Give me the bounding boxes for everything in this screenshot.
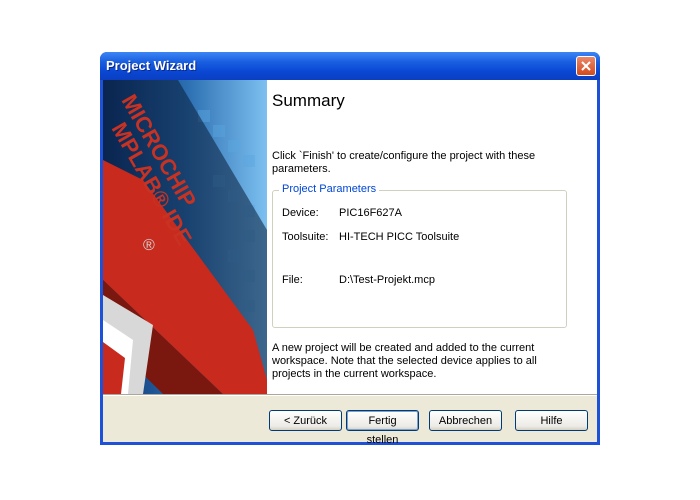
help-button[interactable]: Hilfe: [515, 410, 588, 431]
device-label: Device:: [282, 207, 319, 219]
page-title: Summary: [272, 91, 345, 110]
footer-separator: [103, 394, 597, 396]
close-button[interactable]: [576, 56, 596, 76]
device-value: PIC16F627A: [339, 207, 402, 219]
mplab-logo: MICROCHIP MPLAB® IDE ®: [103, 80, 267, 394]
cancel-button[interactable]: Abbrechen: [429, 410, 502, 431]
workspace-note: A new project will be created and added …: [272, 342, 537, 380]
registered-mark: ®: [143, 237, 155, 254]
group-title: Project Parameters: [279, 183, 380, 195]
project-parameters-group: Project Parameters Device: PIC16F627A To…: [272, 183, 567, 328]
summary-description: Click `Finish' to create/configure the p…: [272, 150, 536, 175]
dialog-body: MICROCHIP MPLAB® IDE ® Summary Click `Fi…: [103, 80, 597, 446]
wizard-content: MICROCHIP MPLAB® IDE ® Summary Click `Fi…: [103, 80, 597, 394]
back-button[interactable]: < Zurück: [269, 410, 342, 431]
toolsuite-value: HI-TECH PICC Toolsuite: [339, 231, 460, 243]
toolsuite-label: Toolsuite:: [282, 231, 329, 243]
close-icon: [581, 61, 591, 71]
window-title: Project Wizard: [106, 58, 197, 73]
finish-button[interactable]: Fertig stellen: [346, 410, 419, 446]
file-label: File:: [282, 274, 303, 286]
file-value: D:\Test-Projekt.mcp: [339, 274, 435, 286]
title-bar[interactable]: Project Wizard: [100, 52, 600, 80]
mplab-banner-image: MICROCHIP MPLAB® IDE ®: [103, 80, 267, 394]
project-wizard-window: Project Wizard MICROCHIP MPLAB® IDE ® Su…: [100, 52, 600, 446]
